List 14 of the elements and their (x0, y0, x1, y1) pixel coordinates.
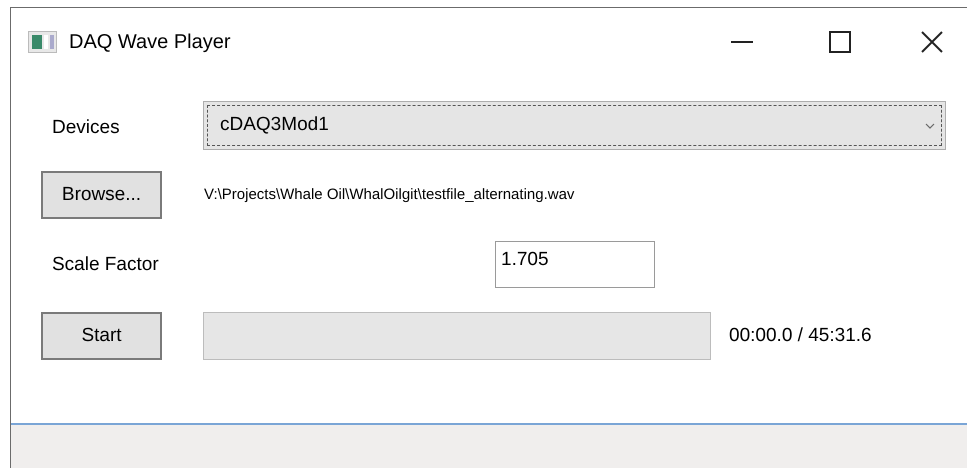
file-path: V:\Projects\Whale Oil\WhalOilgit\testfile_alternating.wav (204, 184, 574, 205)
field-label: Devices (52, 116, 121, 140)
start-button[interactable]: Start (41, 312, 162, 360)
chevron-down-icon (925, 122, 935, 128)
elapsed-time: 00:00.0 / 45:31.6 (729, 324, 872, 348)
maximize-icon (829, 31, 851, 53)
window-title: DAQ Wave Player (69, 30, 231, 55)
browse-button[interactable]: Browse... (41, 171, 162, 219)
minimize-icon (731, 41, 753, 43)
app-icon (28, 31, 57, 53)
close-icon (921, 31, 943, 53)
device-dropdown[interactable]: cDAQ3Mod1 (203, 101, 946, 150)
scale-factor-field[interactable]: 1.705 (495, 241, 655, 288)
field-label: Scale Factor (52, 253, 160, 278)
